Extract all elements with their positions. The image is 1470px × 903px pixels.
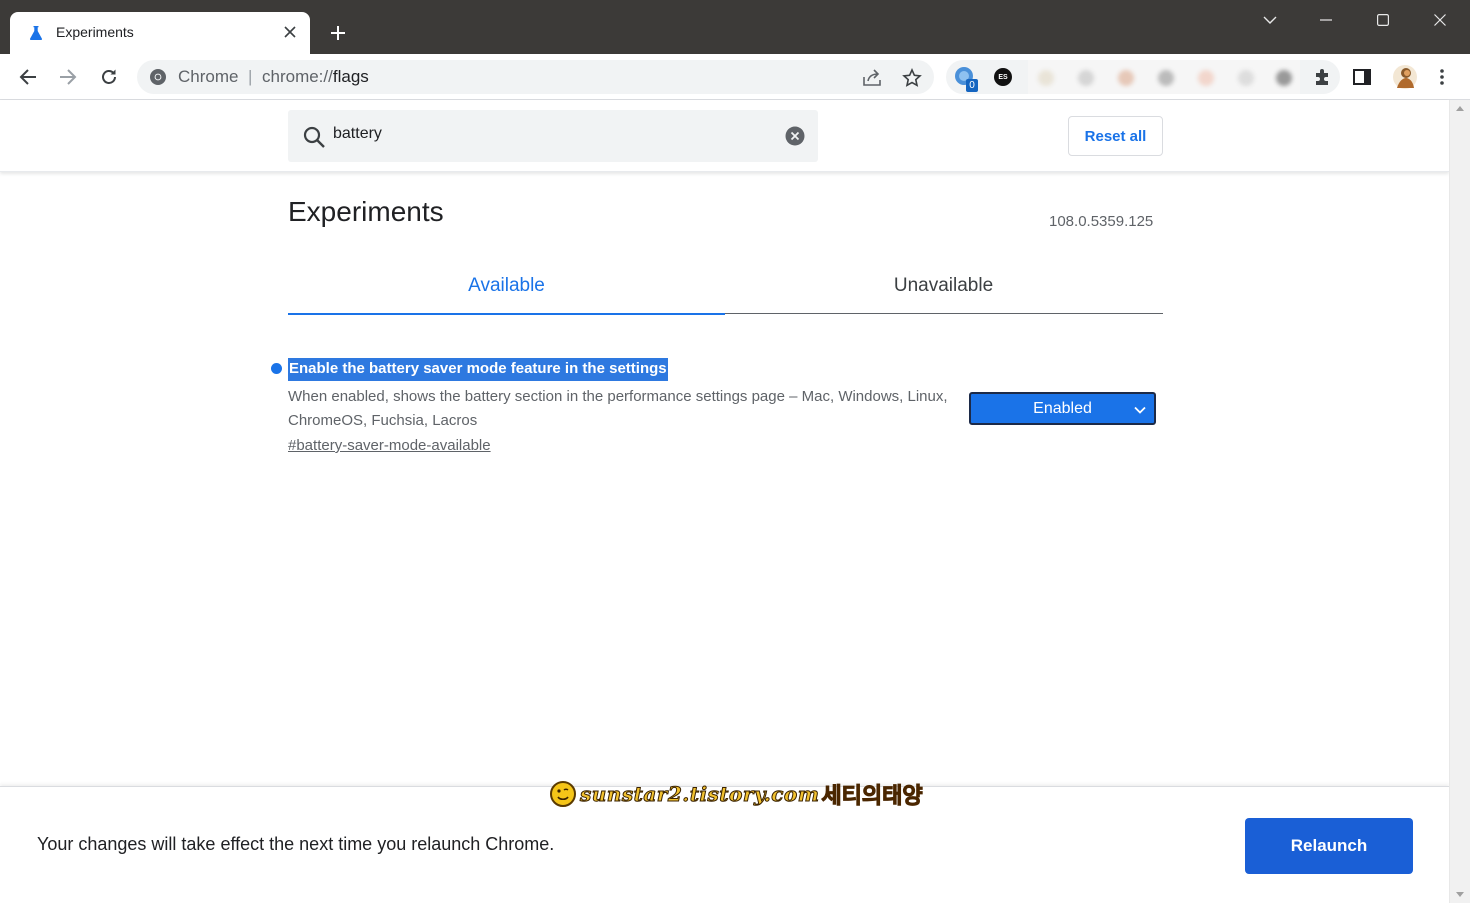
chrome-logo-icon: [149, 68, 167, 86]
share-icon[interactable]: [861, 67, 883, 89]
omnibox-separator: |: [248, 67, 253, 86]
search-box[interactable]: [288, 110, 818, 162]
omnibox-path: flags: [332, 67, 369, 86]
watermark-url: sunstar2.tistory.com: [579, 782, 820, 807]
experiment-state-select[interactable]: Enabled: [969, 392, 1156, 425]
extensions-puzzle-icon[interactable]: [1311, 65, 1335, 89]
menu-kebab-icon[interactable]: [1430, 65, 1454, 89]
tab-search-chevron-icon[interactable]: [1256, 8, 1284, 32]
tab-unavailable[interactable]: Unavailable: [725, 258, 1162, 314]
blurred-extension-icon[interactable]: [1158, 70, 1174, 86]
profile-avatar[interactable]: [1391, 63, 1419, 91]
experiment-name: Enable the battery saver mode feature in…: [288, 358, 668, 381]
omnibox-scheme: chrome://: [262, 67, 333, 86]
relaunch-button[interactable]: Relaunch: [1245, 818, 1413, 874]
new-tab-icon[interactable]: [326, 21, 350, 45]
maximize-icon[interactable]: [1369, 8, 1397, 32]
experiment-modified-indicator: [271, 363, 282, 374]
tab-title: Experiments: [56, 24, 134, 40]
address-bar[interactable]: Chrome | chrome://flags: [137, 60, 934, 94]
version-label: 108.0.5359.125: [1049, 213, 1154, 230]
close-tab-icon[interactable]: [280, 22, 300, 42]
experiment-permalink[interactable]: #battery-saver-mode-available: [288, 437, 491, 454]
browser-tab[interactable]: Experiments: [10, 12, 310, 54]
omnibox-site-label: Chrome: [178, 67, 239, 86]
close-window-icon[interactable]: [1426, 8, 1454, 32]
blurred-extension-icon[interactable]: [1118, 70, 1134, 86]
flags-tabs: Available Unavailable: [288, 258, 1163, 315]
blurred-extension-icon[interactable]: [1038, 70, 1054, 86]
search-input[interactable]: [333, 125, 753, 143]
title-bar: Experiments: [0, 0, 1470, 54]
smiley-icon: [550, 781, 576, 807]
blurred-extension-icon[interactable]: [1238, 70, 1254, 86]
reload-icon[interactable]: [94, 62, 124, 92]
minimize-icon[interactable]: [1312, 8, 1340, 32]
watermark-name: 세티의태양: [821, 784, 923, 810]
scroll-up-arrow-icon[interactable]: [1456, 106, 1464, 111]
blurred-extension-icon[interactable]: [1198, 70, 1214, 86]
blurred-extensions: [1028, 60, 1300, 94]
flags-search-header: Reset all: [0, 100, 1449, 172]
page-scrollbar[interactable]: [1449, 100, 1470, 903]
scroll-down-arrow-icon[interactable]: [1456, 892, 1464, 897]
reset-all-button[interactable]: Reset all: [1068, 116, 1163, 156]
omnibox-url: chrome://flags: [262, 67, 369, 87]
tab-available[interactable]: Available: [288, 258, 725, 315]
clear-search-icon[interactable]: [785, 126, 805, 146]
experiment-state-value: Enabled: [1033, 399, 1092, 417]
extension-es-icon[interactable]: ES: [991, 65, 1015, 89]
search-icon: [302, 125, 326, 149]
bookmark-star-icon[interactable]: [901, 67, 923, 89]
watermark: sunstar2.tistory.com 세티의태양: [550, 778, 923, 810]
page-title: Experiments: [288, 196, 444, 227]
side-panel-icon[interactable]: [1350, 65, 1374, 89]
forward-icon[interactable]: [53, 62, 83, 92]
extension-es-label: ES: [994, 68, 1012, 86]
extensions-area: 0 ES: [946, 60, 1340, 94]
back-icon[interactable]: [13, 62, 43, 92]
relaunch-message: Your changes will take effect the next t…: [37, 834, 555, 854]
chevron-down-icon: [1134, 403, 1146, 415]
blurred-extension-icon[interactable]: [1078, 70, 1094, 86]
extension-badge: 0: [966, 79, 978, 92]
blurred-extension-icon[interactable]: [1276, 70, 1292, 86]
browser-toolbar: Chrome | chrome://flags 0 ES: [0, 54, 1470, 100]
experiment-description: When enabled, shows the battery section …: [288, 388, 948, 429]
flask-icon: [28, 25, 44, 41]
